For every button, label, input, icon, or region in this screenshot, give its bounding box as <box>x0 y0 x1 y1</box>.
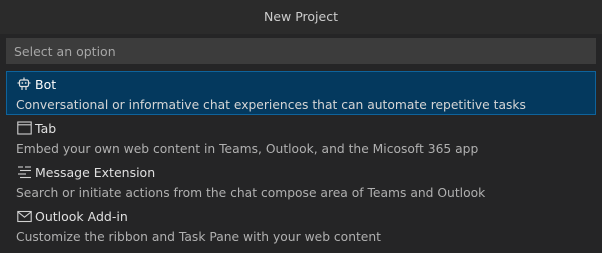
option-description: Search or initiate actions from the chat… <box>16 186 486 200</box>
option-description: Customize the ribbon and Task Pane with … <box>16 230 381 244</box>
new-project-quick-pick: New Project Bot <box>0 0 602 253</box>
tab-icon <box>16 120 32 136</box>
option-description: Conversational or informative chat exper… <box>16 98 526 112</box>
option-description: Embed your own web content in Teams, Out… <box>16 142 479 156</box>
option-label: Outlook Add-in <box>35 208 128 224</box>
quick-pick-title: New Project <box>0 0 602 34</box>
message-extension-icon <box>16 164 32 180</box>
option-message-extension[interactable]: Message Extension Search or initiate act… <box>0 159 602 203</box>
bot-icon <box>16 76 32 92</box>
option-label: Bot <box>35 76 57 92</box>
option-label: Message Extension <box>35 164 156 180</box>
search-input-wrapper <box>0 34 602 64</box>
option-tab[interactable]: Tab Embed your own web content in Teams,… <box>0 115 602 159</box>
option-bot[interactable]: Bot Conversational or informative chat e… <box>6 71 596 115</box>
mail-icon <box>16 208 32 224</box>
search-input[interactable] <box>6 38 596 64</box>
option-list: Bot Conversational or informative chat e… <box>0 71 602 247</box>
option-label: Tab <box>35 120 57 136</box>
option-outlook-add-in[interactable]: Outlook Add-in Customize the ribbon and … <box>0 203 602 247</box>
